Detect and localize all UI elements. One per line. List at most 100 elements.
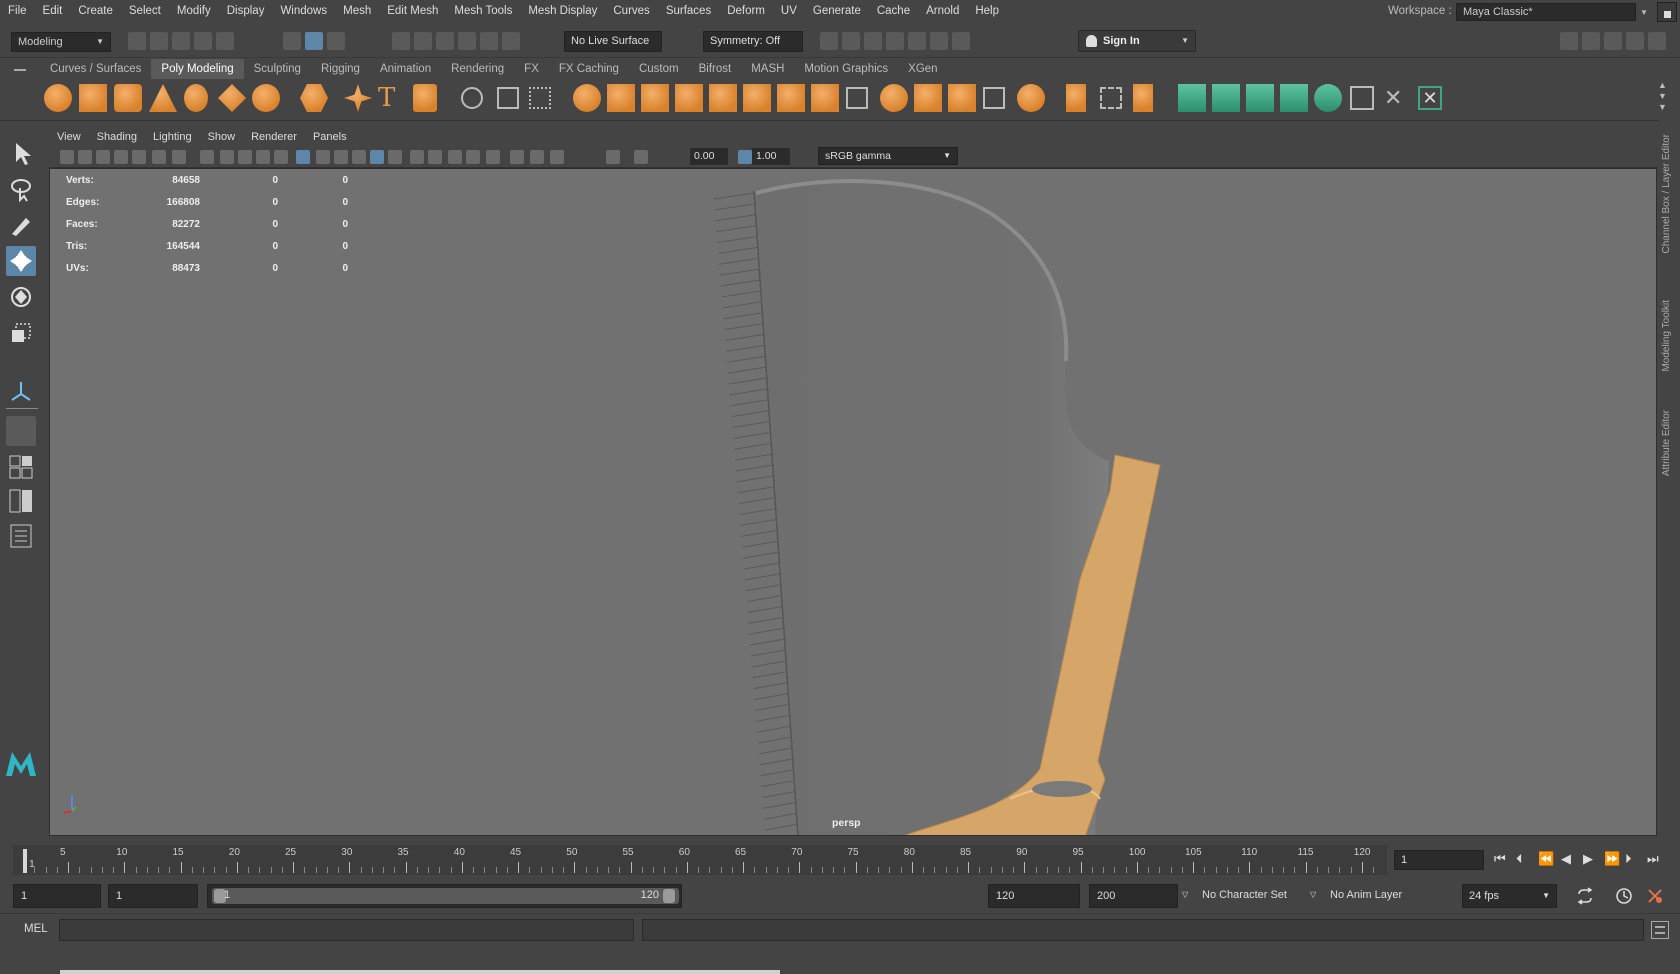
paint-select-tool-icon[interactable] (6, 210, 36, 240)
go-to-start-icon[interactable]: ⏮ (1494, 853, 1509, 867)
render-view-icon[interactable] (842, 32, 860, 50)
range-end-handle[interactable] (663, 889, 675, 903)
exposure-field[interactable]: 0.00 (690, 148, 728, 165)
svg-icon[interactable] (413, 84, 437, 112)
playback-end-field[interactable]: 120 (988, 884, 1080, 908)
modeling-toolkit-toggle-icon[interactable] (1560, 32, 1578, 50)
render-frame-icon[interactable] (864, 32, 882, 50)
spherical-uv-icon[interactable] (1246, 84, 1274, 112)
save-scene-icon[interactable] (172, 32, 190, 50)
cut-uv-icon[interactable]: ✕ (1384, 86, 1408, 110)
go-to-end-icon[interactable]: ⏭ (1647, 853, 1662, 867)
shelf-scroll-arrows-icon[interactable]: ▲ ▼ ▼ (1658, 80, 1667, 113)
panel-menu-shading[interactable]: Shading (89, 131, 145, 143)
film-gate-icon[interactable] (152, 150, 166, 164)
last-tool-icon[interactable] (6, 376, 36, 406)
range-slider-track[interactable] (212, 888, 679, 904)
shelf-tab-bifrost[interactable]: Bifrost (689, 59, 742, 79)
menu-select[interactable]: Select (121, 0, 169, 23)
screen-space-ao-icon[interactable] (410, 150, 424, 164)
script-editor-icon[interactable] (1651, 921, 1669, 939)
rotate-tool-icon[interactable] (6, 282, 36, 312)
menu-help[interactable]: Help (967, 0, 1007, 23)
command-input[interactable] (59, 919, 634, 941)
textured-icon[interactable] (352, 150, 366, 164)
tool-settings-toggle-icon[interactable] (1604, 32, 1622, 50)
extract-icon[interactable] (641, 84, 669, 112)
step-forward-frame-icon[interactable]: ⏵ (1625, 853, 1640, 867)
menu-cache[interactable]: Cache (869, 0, 918, 23)
attribute-editor-tab[interactable]: Attribute Editor (1661, 410, 1672, 476)
extrude-icon[interactable] (811, 84, 839, 112)
lock-icon[interactable] (1657, 2, 1677, 22)
menu-mesh-display[interactable]: Mesh Display (520, 0, 605, 23)
menu-set-select[interactable]: Modeling ▼ (11, 32, 111, 52)
smooth-shade-icon[interactable] (296, 150, 310, 164)
sign-in-button[interactable]: Sign In ▼ (1078, 30, 1196, 52)
poly-type-icon[interactable]: T (378, 84, 406, 112)
xray-active-icon[interactable] (530, 150, 544, 164)
bridge-icon[interactable] (743, 84, 771, 112)
anti-aliasing-icon[interactable] (448, 150, 462, 164)
menu-mesh-tools[interactable]: Mesh Tools (446, 0, 520, 23)
single-perspective-layout-icon[interactable] (6, 416, 36, 446)
xray-joints-icon[interactable] (510, 150, 524, 164)
menu-arnold[interactable]: Arnold (918, 0, 967, 23)
open-scene-icon[interactable] (150, 32, 168, 50)
uv-editor-icon[interactable] (1350, 86, 1374, 110)
poly-cube-icon[interactable] (79, 84, 107, 112)
panel-menu-lighting[interactable]: Lighting (145, 131, 200, 143)
range-slider[interactable]: 1 120 (207, 884, 682, 908)
select-component-icon[interactable] (327, 32, 345, 50)
time-slider[interactable]: 1 5 10 15 20 25 30 35 40 45 50 55 60 65 70 75 80 85 90 95 1… (13, 845, 1387, 875)
menu-edit-mesh[interactable]: Edit Mesh (379, 0, 446, 23)
character-set-select[interactable]: ▽ No Character Set (1182, 884, 1314, 908)
boolean-union-icon[interactable] (573, 84, 601, 112)
pause-icon[interactable] (952, 32, 970, 50)
chevron-down-icon[interactable]: ▼ (1640, 8, 1648, 17)
shelf-tab-curves-surfaces[interactable]: Curves / Surfaces (40, 59, 151, 79)
arnold-render-icon[interactable] (930, 32, 948, 50)
lasso-tool-icon[interactable] (6, 174, 36, 204)
shelf-tab-sculpting[interactable]: Sculpting (244, 59, 311, 79)
color-management-icon[interactable] (738, 150, 752, 164)
shelf-tab-motion-graphics[interactable]: Motion Graphics (794, 59, 898, 79)
motion-blur-icon[interactable] (428, 150, 442, 164)
playback-start-field[interactable]: 1 (108, 884, 198, 908)
automatic-uv-icon[interactable] (1280, 84, 1308, 112)
modeling-toolkit-tab[interactable]: Modeling Toolkit (1661, 300, 1672, 372)
resolution-gate-icon[interactable] (172, 150, 186, 164)
anim-layer-select[interactable]: ▽ No Anim Layer (1310, 884, 1440, 908)
outliner-icon[interactable] (6, 521, 36, 551)
exposure-icon[interactable] (606, 150, 620, 164)
default-material-icon[interactable] (316, 150, 330, 164)
play-backwards-icon[interactable]: ◀ (1561, 853, 1576, 867)
menu-edit[interactable]: Edit (35, 0, 71, 23)
menu-deform[interactable]: Deform (719, 0, 773, 23)
panel-menu-show[interactable]: Show (200, 131, 244, 143)
camera-icon[interactable] (60, 150, 74, 164)
shelf-tab-mash[interactable]: MASH (741, 59, 794, 79)
layer-editor-toggle-icon[interactable] (1648, 32, 1666, 50)
select-tool-icon[interactable] (6, 138, 36, 168)
menu-mesh[interactable]: Mesh (335, 0, 379, 23)
gamma-field[interactable]: 1.00 (752, 148, 790, 165)
menu-modify[interactable]: Modify (169, 0, 219, 23)
workspace-select[interactable]: Maya Classic* (1456, 3, 1636, 21)
menu-surfaces[interactable]: Surfaces (658, 0, 719, 23)
channel-box-tab[interactable]: Channel Box / Layer Editor (1661, 134, 1672, 254)
panel-menu-view[interactable]: View (49, 131, 89, 143)
wireframe-icon[interactable] (274, 150, 288, 164)
shelf-tab-rendering[interactable]: Rendering (441, 59, 514, 79)
panel-menu-renderer[interactable]: Renderer (243, 131, 305, 143)
menu-uv[interactable]: UV (773, 0, 805, 23)
animation-end-field[interactable]: 200 (1089, 884, 1178, 908)
contour-stretch-icon[interactable] (1314, 84, 1342, 112)
xray-icon[interactable] (334, 150, 348, 164)
separate-icon[interactable] (497, 87, 519, 109)
cylindrical-uv-icon[interactable] (1212, 84, 1240, 112)
combine-icon[interactable] (461, 87, 483, 109)
snap-grid-icon[interactable] (392, 32, 410, 50)
safe-title-icon[interactable] (256, 150, 270, 164)
shelf-tab-rigging[interactable]: Rigging (311, 59, 370, 79)
